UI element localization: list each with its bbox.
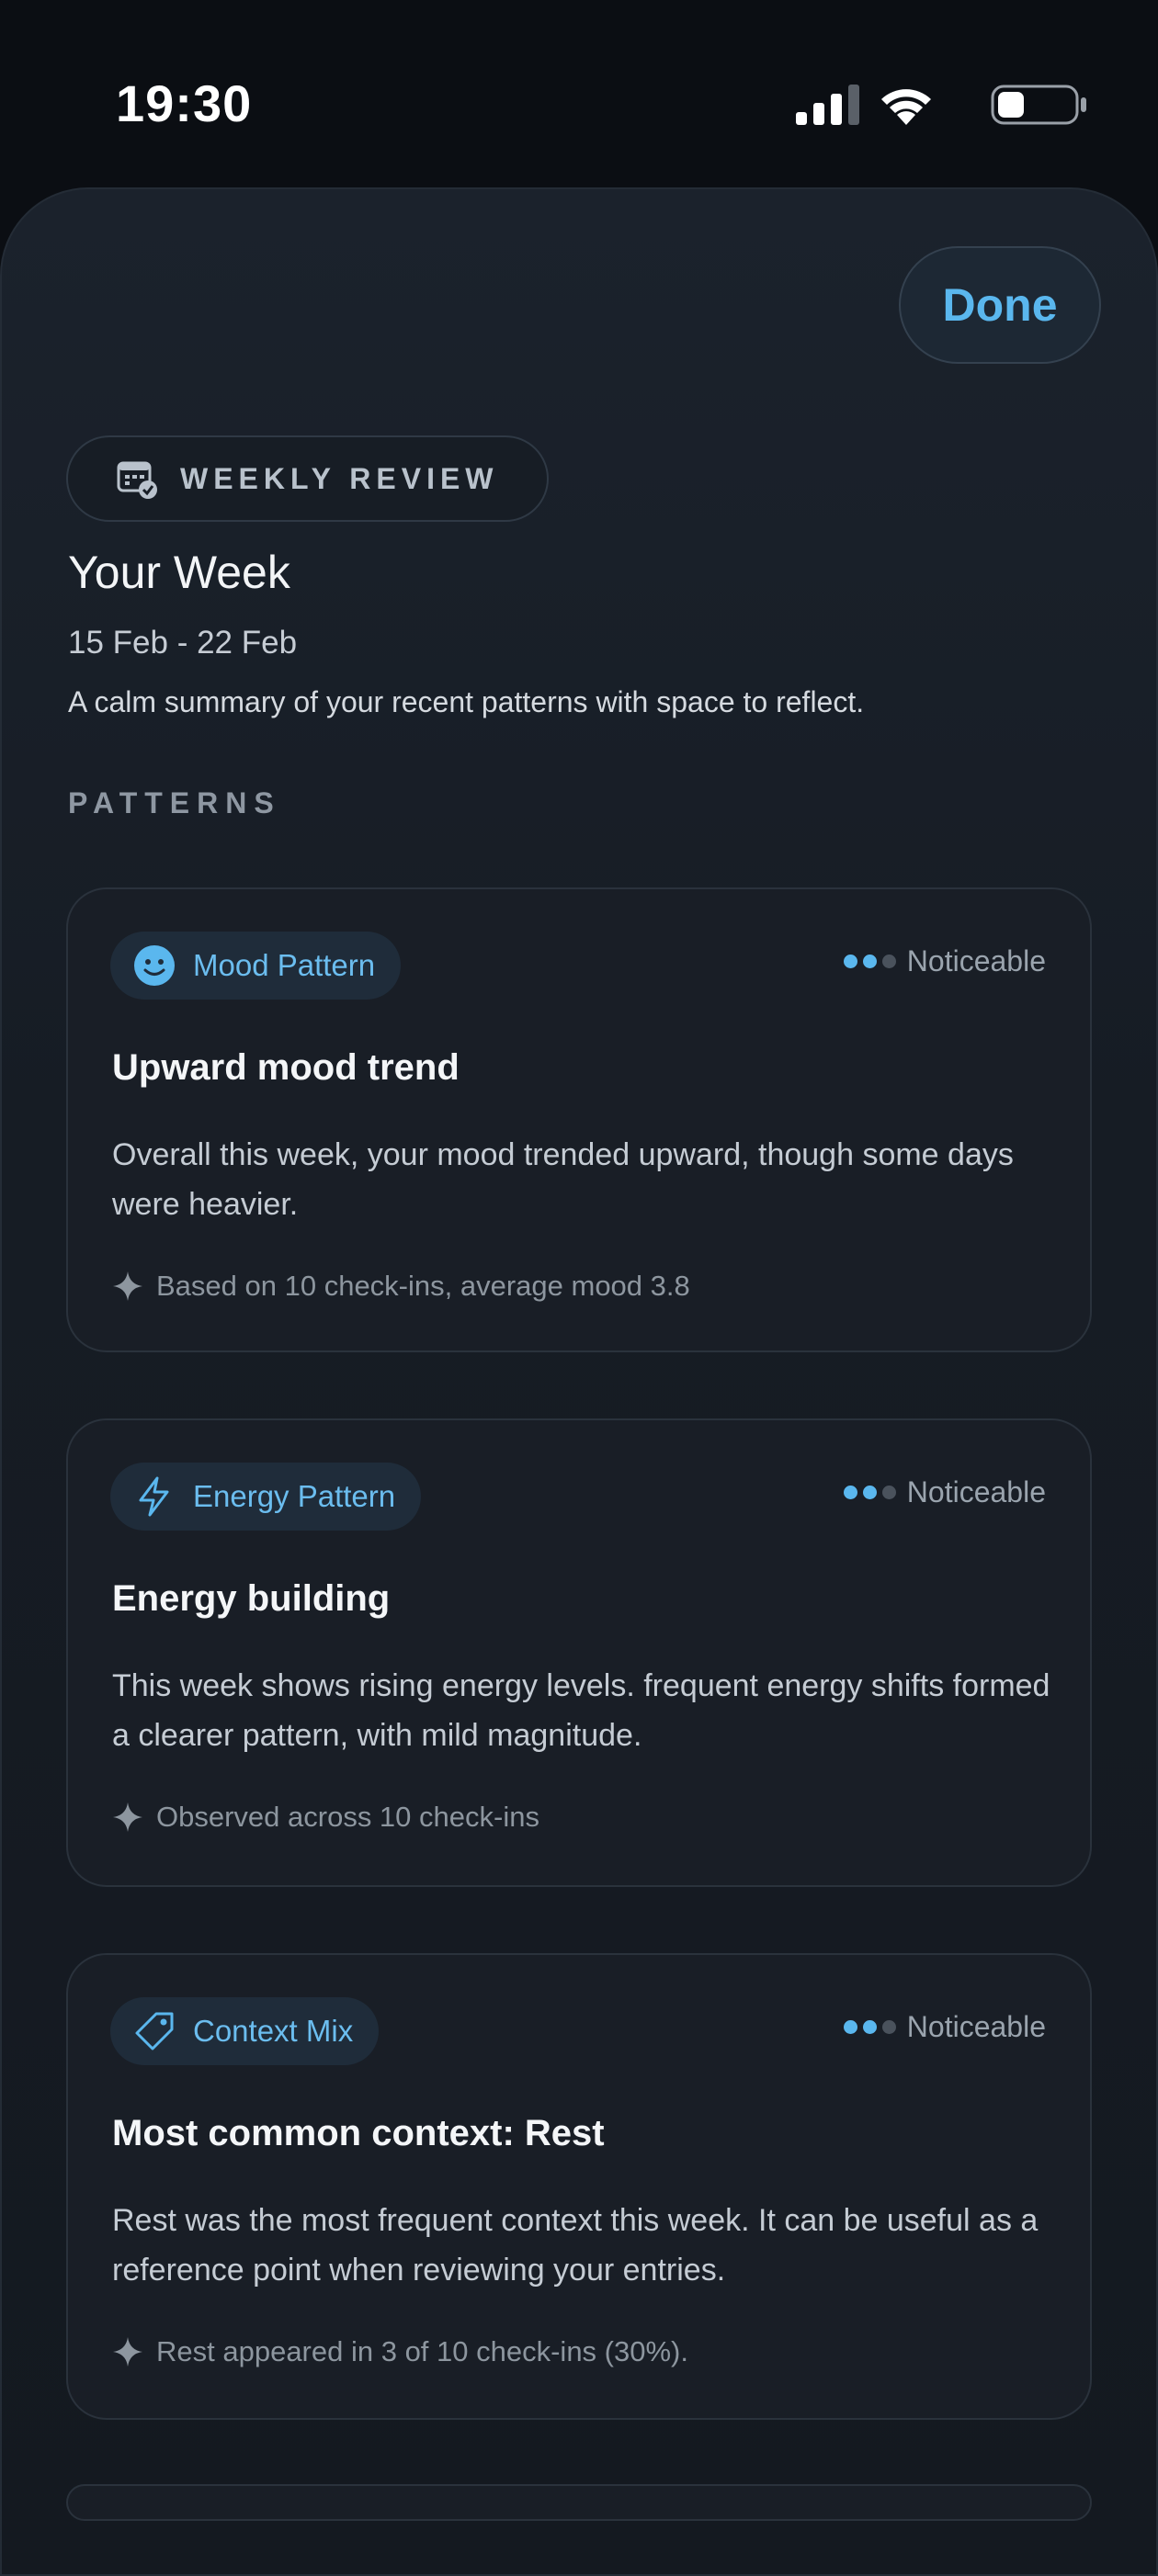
status-bar: 19:30 [0, 0, 1158, 184]
card-tag-label: Mood Pattern [193, 948, 376, 982]
cellular-signal-icon [796, 85, 859, 125]
done-button[interactable]: Done [899, 246, 1101, 364]
intensity-dots [843, 2020, 896, 2034]
card-title: Most common context: Rest [112, 2113, 605, 2153]
dot-on [843, 955, 857, 968]
intensity-dots [843, 1486, 896, 1499]
intensity-label: Noticeable [906, 1475, 1046, 1508]
intensity-label: Noticeable [906, 2010, 1046, 2043]
page-title: Your Week [68, 547, 290, 598]
card-tag-label: Context Mix [193, 2014, 354, 2048]
intensity-label: Noticeable [906, 944, 1046, 977]
page-subtitle: A calm summary of your recent patterns w… [68, 685, 865, 718]
card-footnote: Based on 10 check-ins, average mood 3.8 [112, 1270, 690, 1303]
card-body: Rest was the most frequent context this … [112, 2203, 1039, 2288]
dot-on [862, 1486, 877, 1499]
battery-icon [991, 85, 1086, 125]
pattern-card-mood[interactable]: Mood Pattern Noticeable Upward mood tren… [66, 887, 1092, 1352]
dot-off [881, 1486, 896, 1499]
intensity-dots [843, 955, 896, 968]
card-footnote-text: Based on 10 check-ins, average mood 3.8 [156, 1270, 690, 1302]
wifi-icon [881, 89, 931, 125]
sparkle-icon [113, 1802, 142, 1832]
pattern-card-context[interactable]: Context Mix Noticeable Most common conte… [66, 1953, 1092, 2420]
dot-off [881, 2020, 896, 2034]
sparkle-icon [113, 2337, 142, 2367]
tag-icon [135, 2012, 174, 2051]
card-body: This week shows rising energy levels. fr… [112, 1668, 1050, 1753]
card-footnote-text: Rest appeared in 3 of 10 check-ins (30%)… [156, 2335, 688, 2367]
dot-off [881, 955, 896, 968]
card-body: Overall this week, your mood trended upw… [112, 1137, 1014, 1222]
card-title: Energy building [112, 1578, 391, 1619]
status-time: 19:30 [116, 74, 253, 132]
intensity-indicator: Noticeable [843, 2010, 1046, 2044]
pattern-card-energy[interactable]: Energy Pattern Noticeable Energy buildin… [66, 1418, 1092, 1887]
lightning-icon [139, 1476, 169, 1517]
card-footnote-text: Observed across 10 check-ins [156, 1801, 539, 1833]
sparkle-icon [113, 1271, 142, 1301]
card-footnote: Rest appeared in 3 of 10 check-ins (30%)… [112, 2335, 688, 2368]
dot-on [843, 2020, 857, 2034]
dot-on [862, 2020, 877, 2034]
dot-on [843, 1486, 857, 1499]
card-tag: Context Mix [110, 1997, 380, 2065]
smiley-icon [134, 945, 175, 986]
card-tag: Energy Pattern [110, 1463, 422, 1531]
date-range: 15 Feb - 22 Feb [68, 625, 298, 661]
card-title: Upward mood trend [112, 1047, 460, 1088]
pattern-card-next[interactable] [66, 2484, 1092, 2521]
intensity-indicator: Noticeable [843, 944, 1046, 978]
card-tag: Mood Pattern [110, 932, 402, 1000]
intensity-indicator: Noticeable [843, 1475, 1046, 1509]
status-icons [776, 83, 1088, 129]
card-footnote: Observed across 10 check-ins [112, 1801, 539, 1834]
dot-on [862, 955, 877, 968]
calendar-check-icon [117, 461, 157, 499]
weekly-review-chip: WEEKLY REVIEW [66, 435, 549, 522]
weekly-review-label: WEEKLY REVIEW [180, 461, 499, 495]
card-tag-label: Energy Pattern [193, 1479, 396, 1513]
section-label-patterns: PATTERNS [68, 786, 281, 819]
